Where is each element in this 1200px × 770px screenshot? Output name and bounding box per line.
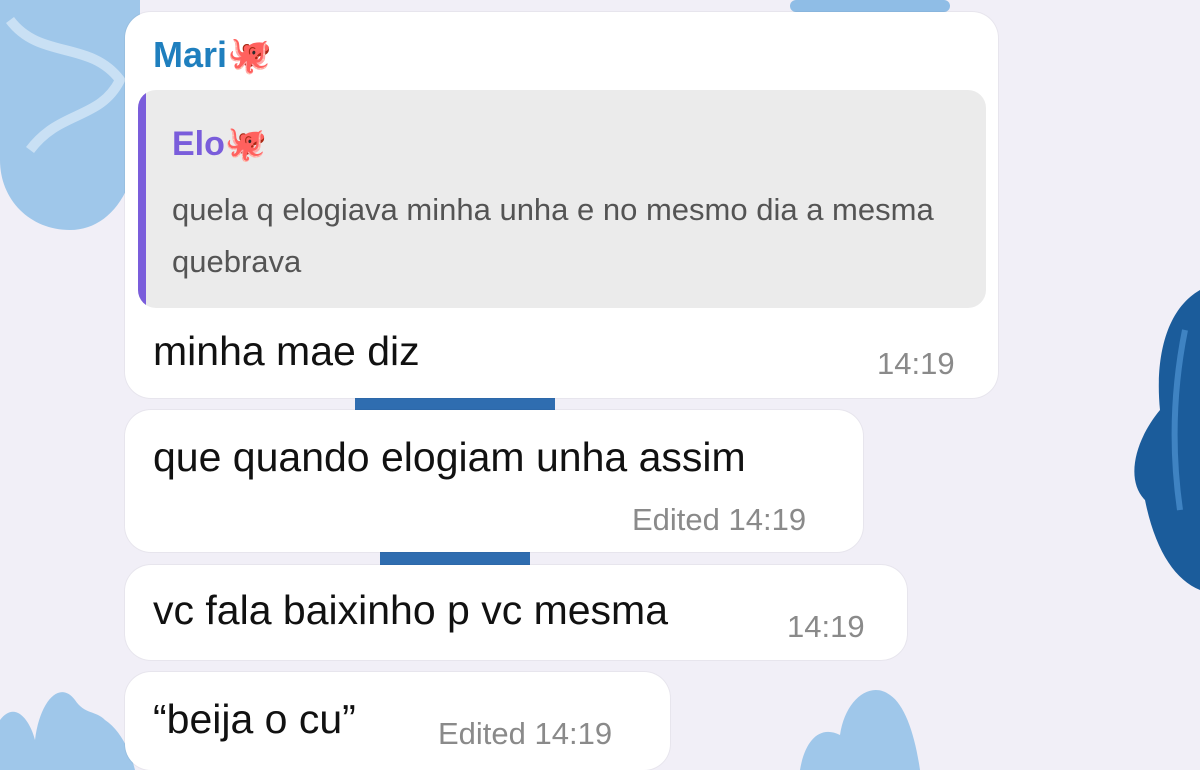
octopus-emoji: 🐙 xyxy=(227,35,272,76)
message-text: “beija o cu” xyxy=(153,696,356,742)
message-time: 14:19 xyxy=(728,502,807,537)
message-time: 14:19 xyxy=(877,346,955,381)
reply-quoted-text: quela q elogiava minha unha e no mesmo d… xyxy=(172,192,934,279)
edited-label: Edited xyxy=(438,716,526,751)
edited-label: Edited xyxy=(632,502,720,537)
message-meta: Edited 14:19 xyxy=(438,716,612,752)
message-bubble[interactable]: Mari🐙 Elo🐙 quela q elogiava minha unha e… xyxy=(125,12,998,398)
message-bubble[interactable]: vc fala baixinho p vc mesma 14:19 xyxy=(125,565,907,660)
message-time: 14:19 xyxy=(787,609,865,644)
message-text: vc fala baixinho p vc mesma xyxy=(153,587,669,633)
wallpaper-blob-bottom-right xyxy=(800,689,920,770)
message-time: 14:19 xyxy=(534,716,613,751)
octopus-emoji: 🐙 xyxy=(224,124,268,164)
message-bubble[interactable]: que quando elogiam unha assim Edited 14:… xyxy=(125,410,863,552)
reply-preview[interactable]: Elo🐙 quela q elogiava minha unha e no me… xyxy=(138,90,986,308)
wallpaper-blob-right xyxy=(1134,290,1200,590)
sender-name[interactable]: Mari🐙 xyxy=(153,34,272,76)
wallpaper-blob-top-left xyxy=(0,0,140,230)
message-text: minha mae diz xyxy=(153,328,420,374)
message-text: que quando elogiam unha assim xyxy=(153,434,746,480)
reply-sender-name: Elo🐙 xyxy=(172,124,268,164)
message-bubble[interactable]: “beija o cu” Edited 14:19 xyxy=(125,672,670,770)
message-meta: Edited 14:19 xyxy=(632,502,806,538)
wallpaper-blob-bottom-left xyxy=(0,692,135,770)
reply-accent-bar xyxy=(138,90,146,308)
